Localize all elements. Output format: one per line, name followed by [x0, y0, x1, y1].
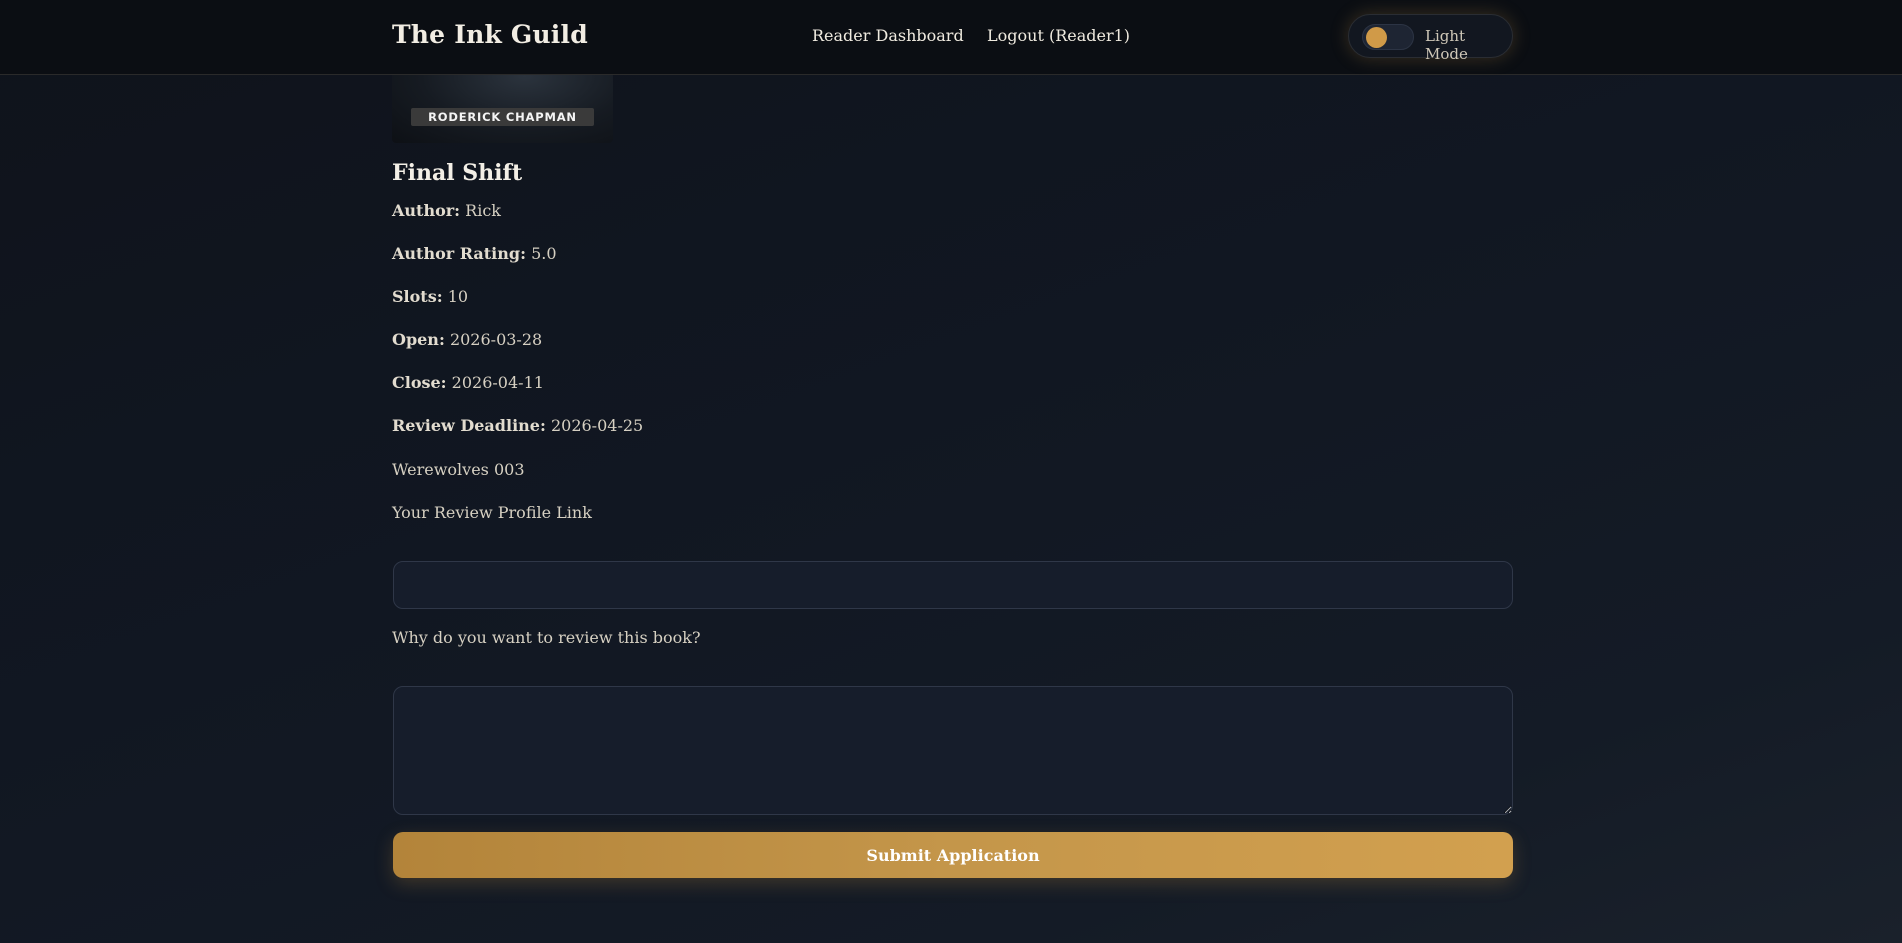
author-rating-row: Author Rating: 5.0 — [392, 244, 557, 263]
why-review-textarea[interactable] — [393, 686, 1513, 815]
slots-label: Slots: — [392, 287, 443, 306]
close-date-value: 2026-04-11 — [451, 373, 544, 392]
book-title: Final Shift — [392, 160, 523, 186]
slots-value: 10 — [447, 287, 469, 306]
book-series: Werewolves 003 — [392, 460, 525, 479]
theme-toggle-label: Light Mode — [1425, 27, 1468, 63]
author-value: Rick — [465, 201, 501, 220]
author-row: Author: Rick — [392, 201, 501, 220]
cover-author-name: RODERICK CHAPMAN — [411, 108, 594, 126]
open-date-label: Open: — [392, 330, 445, 349]
toggle-track[interactable] — [1362, 24, 1414, 50]
profile-link-input[interactable] — [393, 561, 1513, 609]
close-date-label: Close: — [392, 373, 447, 392]
open-date-value: 2026-03-28 — [449, 330, 543, 349]
nav-logout-link[interactable]: Logout (Reader1) — [987, 26, 1130, 45]
review-deadline-value: 2026-04-25 — [550, 416, 644, 435]
profile-link-label: Your Review Profile Link — [392, 503, 592, 522]
site-logo[interactable]: The Ink Guild — [392, 20, 588, 49]
slots-row: Slots: 10 — [392, 287, 468, 306]
review-deadline-label: Review Deadline: — [392, 416, 546, 435]
submit-application-button[interactable]: Submit Application — [393, 832, 1513, 878]
author-label: Author: — [392, 201, 461, 220]
toggle-knob — [1366, 27, 1387, 48]
why-review-label: Why do you want to review this book? — [392, 628, 701, 647]
author-rating-label: Author Rating: — [392, 244, 526, 263]
nav-reader-dashboard-link[interactable]: Reader Dashboard — [812, 26, 964, 45]
theme-toggle[interactable]: Light Mode — [1348, 14, 1513, 63]
review-deadline-row: Review Deadline: 2026-04-25 — [392, 416, 643, 435]
close-date-row: Close: 2026-04-11 — [392, 373, 544, 392]
top-navigation-bar: The Ink Guild Reader Dashboard Logout (R… — [0, 0, 1902, 75]
author-rating-value: 5.0 — [531, 244, 557, 263]
open-date-row: Open: 2026-03-28 — [392, 330, 542, 349]
